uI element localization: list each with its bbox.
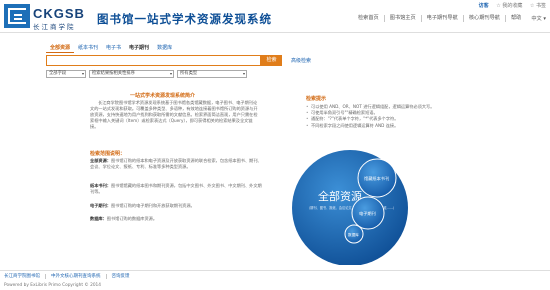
top-navigation: 检索首页 图书馆主页 电子期刊导航 核心期刊导航 帮助 中文 ▾ [353, 15, 546, 22]
scope-text: 图书馆订购的电子期刊和开放获取期刊资源。 [110, 203, 195, 208]
intro-heading: 一站式学术资源发现系统简介 [130, 93, 196, 99]
scope-label: 数据库： [90, 216, 107, 221]
language-label: 中文 [531, 16, 542, 22]
tab-print[interactable]: 纸本书刊 [74, 45, 102, 53]
search-button[interactable]: 检索 [261, 55, 282, 66]
bookmarks-link[interactable]: ☆ 书签 [530, 3, 546, 9]
scope-text: 图书馆订购的纸本和电子资源及开放获取资源的联合检索，包含纸本图书、期刊、会议、学… [90, 158, 262, 169]
resource-scope-diagram: 全部资源 （期刊、图书、报纸、会议论文、学位论文、专利、标准……） 馆藏纸本书刊… [292, 150, 408, 265]
scope-item-print: 纸本书刊：图书馆馆藏的纸本图书和期刊资源，包括中文图书、外文图书、中文期刊、外文… [90, 183, 265, 195]
ejournal-circle-label: 电子期刊 [359, 210, 376, 217]
tab-ejournals[interactable]: 电子期刊 [125, 45, 153, 53]
field-select[interactable]: 全部字段 [46, 70, 86, 78]
nav-search-home[interactable]: 检索首页 [353, 15, 384, 22]
nav-ejournal-nav[interactable]: 电子期刊导航 [420, 15, 463, 22]
ckgsb-logo-icon[interactable] [4, 4, 30, 28]
scope-label: 纸本书刊： [90, 183, 111, 188]
footer-links: 长江商学院图书馆 中外文核心期刊查询系统 咨询反馈 [4, 274, 135, 279]
header-divider [0, 32, 550, 33]
advanced-search-link[interactable]: 高级检索 [291, 57, 311, 64]
favorites-link[interactable]: ☆ 我的收藏 [496, 3, 522, 9]
scope-text: 图书馆馆藏的纸本图书和期刊资源，包括中文图书、外文图书、中文期刊、外文期刊等。 [90, 183, 262, 194]
nav-core-journal-nav[interactable]: 核心期刊导航 [462, 15, 505, 22]
footer-divider [0, 270, 550, 271]
search-scope-tabs: 全部资源 纸本书刊 电子书 电子期刊 数据库 [46, 45, 176, 53]
print-circle-label: 馆藏纸本书刊 [364, 175, 389, 182]
copyright: Powered by ExLibris Primo Copyright © 20… [4, 283, 102, 288]
tips-list: 可以使用 AND、OR、NOT 进行逻辑组配，逻辑运算符必须大写。 可使用半角双… [306, 104, 506, 129]
footer-link-library[interactable]: 长江商学院图书馆 [4, 274, 45, 279]
header: CKGSB 长江商学院 图书馆一站式学术资源发现系统 访客 ☆ 我的收藏 ☆ 书… [0, 0, 550, 32]
brand-name-cn: 长江商学院 [33, 24, 76, 31]
language-select[interactable]: 中文 ▾ [526, 15, 546, 22]
nav-library-home[interactable]: 图书馆主页 [383, 15, 421, 22]
search-input[interactable] [46, 55, 261, 66]
brand-name-en: CKGSB [33, 6, 85, 21]
scope-item-database: 数据库：图书馆订购的数据库资源。 [90, 216, 265, 222]
scope-label: 全部资源： [90, 158, 111, 163]
tab-ebooks[interactable]: 电子书 [102, 45, 125, 53]
nav-help[interactable]: 帮助 [504, 15, 526, 22]
tab-databases[interactable]: 数据库 [153, 45, 176, 53]
search-options: 全部字段 检索结果按相关性排序 所有类型 [46, 70, 250, 78]
tab-all-resources[interactable]: 全部资源 [46, 45, 75, 53]
sort-select[interactable]: 检索结果按相关性排序 [89, 70, 174, 78]
database-circle-label: 数据库 [348, 232, 359, 237]
scope-text: 图书馆订购的数据库资源。 [106, 216, 158, 221]
type-select[interactable]: 所有类型 [177, 70, 247, 78]
footer-link-feedback[interactable]: 咨询反馈 [105, 274, 135, 279]
all-resources-label: 全部资源 [318, 189, 362, 203]
footer-link-core-journals[interactable]: 中外文核心期刊查询系统 [45, 274, 106, 279]
scope-heading: 检索范围说明： [90, 151, 126, 157]
intro-paragraph: 长江商学院图书馆学术资源发现系统基于图书馆各类馆藏数据，电子图书、电子期刊论文的… [90, 100, 258, 129]
scope-label: 电子期刊： [90, 203, 111, 208]
tips-heading: 检索提示 [306, 96, 327, 102]
scope-item-all: 全部资源：图书馆订购的纸本和电子资源及开放获取资源的联合检索，包含纸本图书、期刊… [90, 158, 265, 170]
user-bar: 访客 ☆ 我的收藏 ☆ 书签 [473, 2, 546, 9]
guest-label: 访客 [478, 3, 489, 9]
system-title: 图书馆一站式学术资源发现系统 [97, 12, 272, 26]
tip-item: 不同检索字段之间使用逻辑运算符 AND 连接。 [306, 123, 506, 129]
scope-item-ejournal: 电子期刊：图书馆订购的电子期刊和开放获取期刊资源。 [90, 203, 265, 209]
